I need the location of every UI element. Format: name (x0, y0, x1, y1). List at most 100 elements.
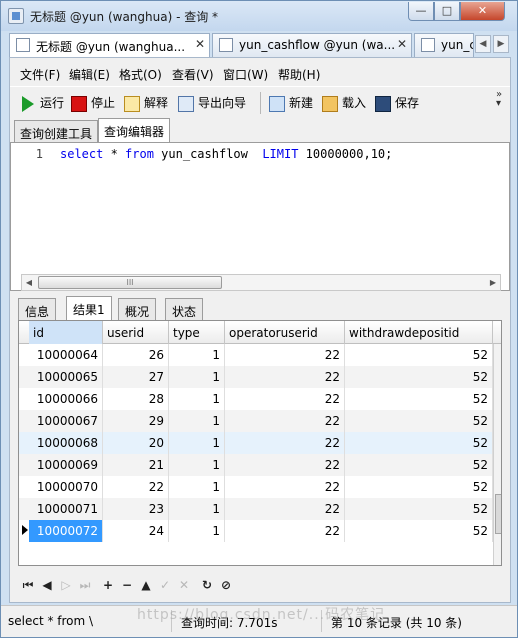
add-record-icon[interactable]: + (100, 577, 116, 593)
tab-close-icon[interactable]: ✕ (397, 37, 407, 51)
cell-userid[interactable]: 23 (103, 498, 169, 520)
move-up-icon[interactable]: ▲ (138, 577, 154, 593)
cell-id[interactable]: 10000068 (29, 432, 103, 454)
scroll-left-icon[interactable]: ◀ (22, 276, 36, 290)
cell-operatoruserid[interactable]: 22 (225, 520, 345, 542)
table-row[interactable]: 10000068 20 1 22 52 (19, 432, 493, 454)
cell-withdrawdepositid[interactable]: 52 (345, 410, 493, 432)
cell-type[interactable]: 1 (169, 432, 225, 454)
menu-edit[interactable]: 编辑(E) (69, 66, 110, 83)
cell-type[interactable]: 1 (169, 344, 225, 366)
table-row[interactable]: 10000065 27 1 22 52 (19, 366, 493, 388)
scroll-thumb[interactable] (495, 494, 501, 534)
menu-file[interactable]: 文件(F) (20, 66, 60, 83)
cell-withdrawdepositid[interactable]: 52 (345, 366, 493, 388)
doc-tab-table[interactable]: yun_cashflow @yun (wa... ✕ (212, 33, 412, 57)
cell-withdrawdepositid[interactable]: 52 (345, 476, 493, 498)
title-bar[interactable]: 无标题 @yun (wanghua) - 查询 * — □ ✕ (1, 1, 517, 31)
tab-result-1[interactable]: 结果1 (66, 296, 112, 320)
save-button[interactable]: 保存 (375, 94, 419, 114)
previous-record-icon[interactable]: ◀ (39, 577, 55, 593)
table-row[interactable]: 10000066 28 1 22 52 (19, 388, 493, 410)
cell-withdrawdepositid[interactable]: 52 (345, 520, 493, 542)
cell-id[interactable]: 10000071 (29, 498, 103, 520)
tab-status[interactable]: 状态 (165, 298, 204, 320)
explain-button[interactable]: 解释 (124, 94, 168, 114)
menu-help[interactable]: 帮助(H) (278, 66, 320, 83)
table-row[interactable]: 10000067 29 1 22 52 (19, 410, 493, 432)
cell-type[interactable]: 1 (169, 498, 225, 520)
tab-scroll-right-icon[interactable]: ▶ (493, 35, 509, 53)
cell-userid[interactable]: 27 (103, 366, 169, 388)
column-header-withdrawdepositid[interactable]: withdrawdepositid (345, 321, 493, 344)
cell-type[interactable]: 1 (169, 476, 225, 498)
cell-type[interactable]: 1 (169, 520, 225, 542)
cell-withdrawdepositid[interactable]: 52 (345, 498, 493, 520)
minimize-button[interactable]: — (408, 2, 434, 21)
run-button[interactable]: 运行 (20, 94, 64, 114)
refresh-icon[interactable]: ↻ (199, 577, 215, 593)
menu-view[interactable]: 查看(V) (172, 66, 214, 83)
cell-userid[interactable]: 29 (103, 410, 169, 432)
cell-operatoruserid[interactable]: 22 (225, 432, 345, 454)
cell-id[interactable]: 10000070 (29, 476, 103, 498)
export-wizard-button[interactable]: 导出向导 (178, 94, 246, 114)
toolbar-overflow-icon[interactable]: » ▾ (496, 90, 502, 109)
cell-id[interactable]: 10000064 (29, 344, 103, 366)
sql-editor[interactable]: 1 select * from yun_cashflow LIMIT 10000… (10, 142, 510, 291)
cell-id[interactable]: 10000069 (29, 454, 103, 476)
sql-code[interactable]: select * from yun_cashflow LIMIT 1000000… (60, 147, 392, 161)
cell-withdrawdepositid[interactable]: 52 (345, 454, 493, 476)
column-header-operatoruserid[interactable]: operatoruserid (225, 321, 345, 344)
cell-id[interactable]: 10000065 (29, 366, 103, 388)
cell-id[interactable]: 10000072 (29, 520, 103, 542)
load-button[interactable]: 载入 (322, 94, 366, 114)
cell-operatoruserid[interactable]: 22 (225, 344, 345, 366)
scroll-right-icon[interactable]: ▶ (486, 276, 500, 290)
cell-id[interactable]: 10000067 (29, 410, 103, 432)
cell-userid[interactable]: 26 (103, 344, 169, 366)
menu-format[interactable]: 格式(O) (119, 66, 162, 83)
cell-operatoruserid[interactable]: 22 (225, 454, 345, 476)
cell-type[interactable]: 1 (169, 454, 225, 476)
scroll-thumb[interactable]: III (38, 276, 222, 289)
cell-userid[interactable]: 22 (103, 476, 169, 498)
menu-window[interactable]: 窗口(W) (223, 66, 268, 83)
table-row[interactable]: 10000064 26 1 22 52 (19, 344, 493, 366)
cell-operatoruserid[interactable]: 22 (225, 410, 345, 432)
discard-icon[interactable]: ✕ (176, 577, 192, 593)
apply-icon[interactable]: ✓ (157, 577, 173, 593)
tab-query-editor[interactable]: 查询编辑器 (98, 118, 171, 142)
doc-tab-query[interactable]: 无标题 @yun (wanghua... ✕ (9, 33, 210, 57)
cell-type[interactable]: 1 (169, 366, 225, 388)
cell-operatoruserid[interactable]: 22 (225, 476, 345, 498)
column-header-userid[interactable]: userid (103, 321, 169, 344)
column-header-type[interactable]: type (169, 321, 225, 344)
cell-operatoruserid[interactable]: 22 (225, 498, 345, 520)
stop-query-icon[interactable]: ⊘ (218, 577, 234, 593)
table-row[interactable]: 10000070 22 1 22 52 (19, 476, 493, 498)
cell-userid[interactable]: 20 (103, 432, 169, 454)
table-row[interactable]: 10000069 21 1 22 52 (19, 454, 493, 476)
table-row[interactable]: 10000072 24 1 22 52 (19, 520, 493, 542)
result-grid[interactable]: id userid type operatoruserid withdrawde… (18, 320, 502, 566)
delete-record-icon[interactable]: − (119, 577, 135, 593)
grid-vertical-scrollbar[interactable] (493, 344, 501, 565)
cell-withdrawdepositid[interactable]: 52 (345, 432, 493, 454)
cell-id[interactable]: 10000066 (29, 388, 103, 410)
stop-button[interactable]: 停止 (71, 94, 115, 114)
cell-userid[interactable]: 24 (103, 520, 169, 542)
cell-withdrawdepositid[interactable]: 52 (345, 344, 493, 366)
table-row[interactable]: 10000071 23 1 22 52 (19, 498, 493, 520)
editor-horizontal-scrollbar[interactable]: ◀ III ▶ (21, 274, 501, 291)
cell-withdrawdepositid[interactable]: 52 (345, 388, 493, 410)
maximize-button[interactable]: □ (434, 2, 460, 21)
tab-profile[interactable]: 概况 (118, 298, 157, 320)
cell-userid[interactable]: 21 (103, 454, 169, 476)
tab-scroll-left-icon[interactable]: ◀ (475, 35, 491, 53)
cell-type[interactable]: 1 (169, 410, 225, 432)
next-record-icon[interactable]: ▷ (58, 577, 74, 593)
cell-operatoruserid[interactable]: 22 (225, 366, 345, 388)
tab-query-builder[interactable]: 查询创建工具 (14, 120, 99, 142)
close-window-button[interactable]: ✕ (460, 2, 505, 21)
